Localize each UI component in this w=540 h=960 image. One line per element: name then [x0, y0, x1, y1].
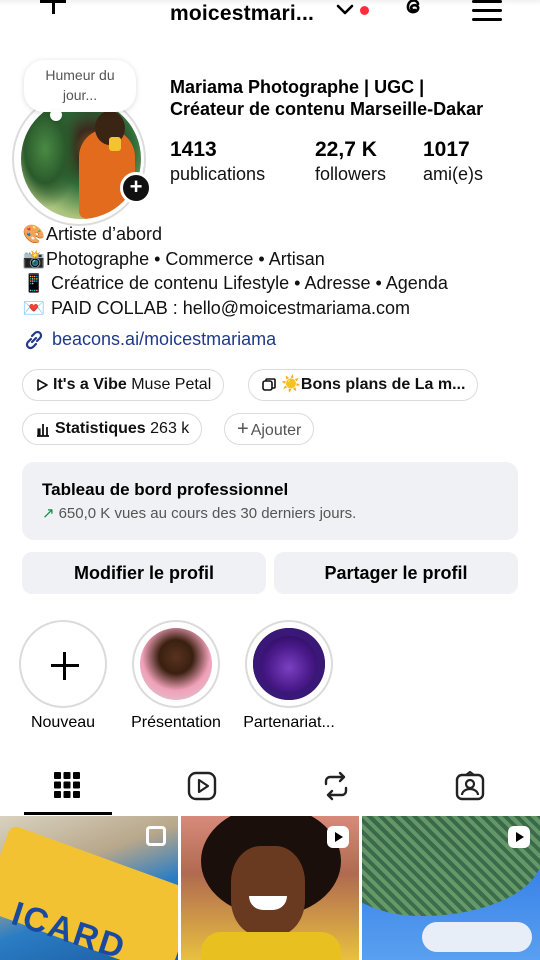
music-chip-artist: Muse Petal — [131, 376, 212, 393]
plus-icon: + — [237, 418, 249, 440]
highlight-label: Partenariat... — [243, 714, 335, 731]
note-text: Humeur du jour... — [45, 67, 115, 103]
love-letter-icon: 💌 — [22, 297, 46, 318]
highlight-presentation[interactable]: Présentation — [126, 620, 226, 732]
reels-icon — [187, 771, 217, 801]
link-icon — [25, 330, 43, 350]
add-chip-button[interactable]: + Ajouter — [224, 413, 315, 445]
posts-grid: ICARD — [0, 816, 540, 960]
reel-badge-icon — [508, 826, 530, 848]
add-chip-label: Ajouter — [250, 422, 302, 439]
bar-chart-icon — [37, 423, 49, 437]
account-switcher-username[interactable]: moicestmari... — [170, 2, 314, 26]
bio-line: 📸Photographe • Commerce • Artisan — [22, 247, 532, 272]
bio-link-text[interactable]: beacons.ai/moicestmariama — [52, 329, 276, 349]
threads-icon[interactable] — [398, 0, 428, 22]
stat-value: 22,7 K — [315, 138, 377, 161]
reel-badge-icon — [327, 826, 349, 848]
avatar[interactable] — [21, 99, 141, 219]
chevron-down-icon[interactable] — [335, 2, 355, 18]
music-chip[interactable]: It's a Vibe Muse Petal — [22, 369, 225, 401]
trend-up-icon: ↗ — [42, 505, 55, 522]
music-chip-title: It's a Vibe — [53, 376, 127, 393]
channel-chip[interactable]: ☀️Bons plans de La m... — [248, 369, 479, 401]
stat-followers[interactable]: 22,7 K followers — [315, 138, 386, 185]
menu-icon[interactable] — [472, 0, 502, 24]
bio-line-text: PAID COLLAB : hello@moicestmariama.com — [46, 297, 411, 318]
bio-line-text: Photographe • Commerce • Artisan — [46, 248, 325, 269]
dashboard-subtitle: ↗ 650,0 K vues au cours des 30 derniers j… — [42, 504, 498, 522]
add-story-badge-icon[interactable]: + — [120, 172, 152, 204]
bio-line: 📱 Créatrice de contenu Lifestyle • Adres… — [22, 271, 532, 296]
stat-value: 1413 — [170, 138, 217, 161]
statistics-chip[interactable]: Statistiques 263 k — [22, 413, 203, 445]
professional-dashboard[interactable]: Tableau de bord professionnel ↗ 650,0 K v… — [22, 462, 518, 540]
phone-icon: 📱 — [22, 273, 46, 293]
play-outline-icon — [37, 378, 48, 391]
reposts-icon — [324, 771, 348, 801]
share-profile-button[interactable]: Partager le profil — [274, 552, 518, 594]
camera-flash-icon: 📸 — [22, 248, 46, 269]
active-tab-indicator — [24, 812, 112, 815]
dashboard-subtitle-text: 650,0 K vues au cours des 30 derniers jo… — [58, 505, 357, 522]
post-thumbnail[interactable] — [181, 816, 359, 960]
sun-icon: ☀️ — [281, 376, 301, 393]
palette-icon: 🎨 — [22, 224, 46, 244]
notification-dot — [360, 6, 369, 15]
bio-line-text: Artiste d’abord — [46, 224, 163, 244]
highlight-partnerships[interactable]: Partenariat... — [239, 620, 339, 732]
highlight-cover[interactable] — [245, 620, 333, 708]
highlight-new[interactable]: Nouveau — [13, 620, 113, 732]
note-bubble[interactable]: Humeur du jour... — [24, 60, 136, 121]
profile-full-name: Mariama Photographe | UGC | Créateur de … — [170, 76, 530, 120]
carousel-icon — [146, 826, 166, 846]
highlight-cover[interactable] — [132, 620, 220, 708]
broadcast-channel-icon — [262, 377, 276, 391]
stat-value: 1017 — [423, 138, 470, 161]
highlight-label: Nouveau — [30, 714, 96, 731]
profile-tabs — [0, 760, 540, 816]
edit-profile-button[interactable]: Modifier le profil — [22, 552, 266, 594]
dashboard-title: Tableau de bord professionnel — [42, 480, 289, 499]
create-icon[interactable] — [38, 0, 68, 16]
stat-label: followers — [315, 164, 387, 184]
stat-label: publications — [170, 164, 266, 184]
highlight-new-circle[interactable] — [19, 620, 107, 708]
bio-line: 💌 PAID COLLAB : hello@moicestmariama.com — [22, 296, 532, 321]
bio-line-text: Créatrice de contenu Lifestyle • Adresse… — [46, 273, 448, 293]
statistics-chip-label: Statistiques — [55, 420, 146, 437]
channel-chip-label: Bons plans de La m... — [300, 376, 466, 393]
tab-reposts[interactable] — [280, 760, 392, 816]
tab-posts[interactable] — [12, 760, 124, 816]
stat-friends[interactable]: 1017 ami(e)s — [423, 138, 483, 185]
full-name-line-2: Créateur de contenu Marseille-Dakar — [170, 99, 484, 119]
bio-link[interactable]: beacons.ai/moicestmariama — [22, 328, 276, 352]
post-thumbnail[interactable]: ICARD — [0, 816, 178, 960]
highlight-label: Présentation — [131, 714, 221, 731]
tagged-icon — [455, 770, 485, 801]
bio-line: 🎨Artiste d’abord — [22, 222, 532, 247]
tab-reels[interactable] — [146, 760, 258, 816]
stat-label: ami(e)s — [423, 164, 484, 184]
grid-icon — [54, 772, 80, 798]
bio: 🎨Artiste d’abord 📸Photographe • Commerce… — [22, 222, 532, 320]
full-name-line-1: Mariama Photographe | UGC | — [170, 77, 425, 97]
post-thumbnail[interactable] — [362, 816, 540, 960]
stat-publications[interactable]: 1413 publications — [170, 138, 265, 185]
statistics-chip-value: 263 k — [150, 420, 190, 437]
top-bar: moicestmari... — [0, 0, 540, 30]
tab-tagged[interactable] — [414, 760, 526, 816]
